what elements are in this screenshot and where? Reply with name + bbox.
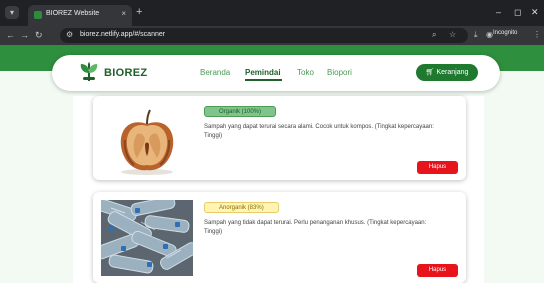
cart-label: Keranjang	[436, 69, 469, 76]
classification-badge: Anorganik (83%)	[204, 202, 279, 213]
result-image-bottles	[101, 200, 193, 276]
result-image-apple	[101, 104, 193, 178]
minimize-icon[interactable]: –	[496, 7, 501, 17]
incognito-icon: ◉	[486, 30, 493, 39]
url-text: biorez.netlify.app/#/scanner	[80, 31, 166, 38]
tab-title: BIOREZ Website	[46, 10, 100, 17]
site-settings-icon[interactable]: ⚙	[66, 30, 73, 39]
address-bar[interactable]: ⚙ biorez.netlify.app/#/scanner ⌕ ☆	[60, 28, 468, 43]
tab-close-icon[interactable]: ×	[121, 9, 126, 19]
bookmark-star-icon[interactable]: ☆	[449, 30, 456, 39]
nav-link-pemindai[interactable]: Pemindai	[245, 68, 281, 77]
tab-search-button[interactable]: ▾	[5, 6, 19, 19]
download-icon[interactable]: ⤓	[474, 30, 478, 40]
site-navbar: BIOREZ Beranda Pemindai Toko Biopori 🛒︎ …	[52, 55, 500, 91]
delete-button[interactable]: Hapus	[417, 161, 458, 174]
biorez-logo-icon	[80, 62, 98, 81]
page: BIOREZ Beranda Pemindai Toko Biopori 🛒︎ …	[0, 45, 544, 283]
brand-name[interactable]: BIOREZ	[104, 67, 147, 79]
more-menu-icon[interactable]: ⋮	[533, 30, 541, 39]
cart-button[interactable]: 🛒︎ Keranjang	[416, 64, 478, 81]
result-description: Sampah yang tidak dapat terurai. Perlu p…	[204, 220, 427, 235]
scan-result-card: Anorganik (83%) Sampah yang tidak dapat …	[93, 192, 466, 283]
results-panel: Organik (100%) Sampah yang dapat terurai…	[73, 96, 484, 283]
browser-tab-bar: ▾ BIOREZ Website × + – ◻ ✕	[0, 0, 544, 26]
nav-link-beranda[interactable]: Beranda	[200, 68, 230, 77]
forward-arrow-icon[interactable]: →	[20, 29, 29, 41]
nav-link-biopori[interactable]: Biopori	[327, 68, 352, 77]
nav-link-toko[interactable]: Toko	[297, 68, 314, 77]
active-nav-underline	[245, 79, 282, 81]
maximize-icon[interactable]: ◻	[514, 7, 521, 17]
browser-toolbar: ← → ↻ ⚙ biorez.netlify.app/#/scanner ⌕ ☆…	[0, 26, 544, 45]
scan-result-card: Organik (100%) Sampah yang dapat terurai…	[93, 96, 466, 180]
cart-icon: 🛒︎	[425, 69, 437, 76]
classification-badge: Organik (100%)	[204, 106, 277, 117]
profile-label[interactable]: Incognito	[493, 30, 517, 36]
zoom-icon[interactable]: ⌕	[432, 30, 436, 40]
new-tab-icon[interactable]: +	[136, 7, 142, 18]
favicon-icon	[34, 11, 42, 19]
close-window-icon[interactable]: ✕	[531, 7, 539, 17]
reload-icon[interactable]: ↻	[35, 29, 43, 41]
delete-button[interactable]: Hapus	[417, 264, 458, 277]
back-arrow-icon[interactable]: ←	[6, 29, 15, 41]
result-description: Sampah yang dapat terurai secara alami. …	[204, 124, 434, 139]
browser-tab[interactable]: BIOREZ Website ×	[28, 5, 132, 26]
